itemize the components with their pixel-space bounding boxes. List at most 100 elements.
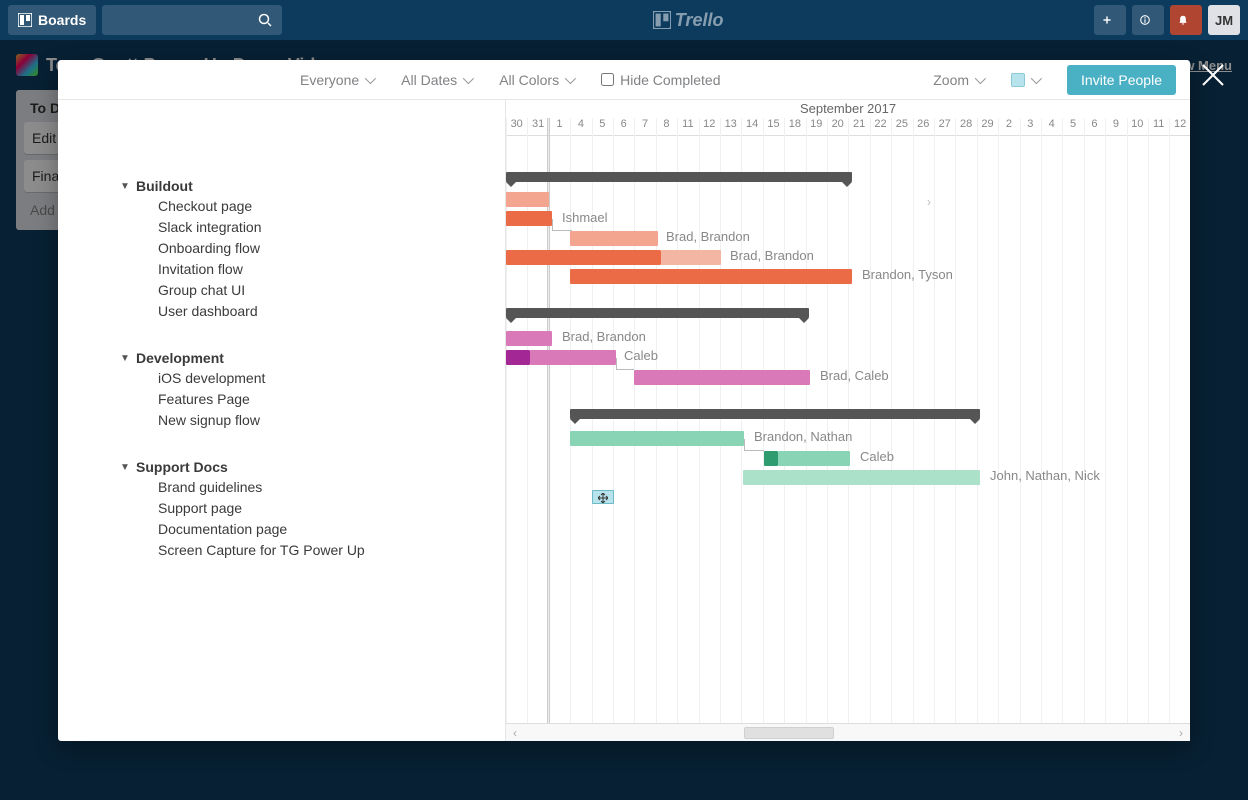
day-cell: 9 [1105,118,1126,130]
task-bar-new[interactable] [592,490,614,504]
task-bar[interactable] [634,370,810,385]
scrollbar-track[interactable] [524,726,1172,740]
gantt-bars: ‹ › Ishmael Brad, Brandon Brad, Brandon [506,136,1190,741]
boards-button[interactable]: Boards [8,5,96,35]
assignee-label: John, Nathan, Nick [990,468,1100,483]
assignee-label: Brad, Brandon [730,248,814,263]
task-bar[interactable] [778,451,850,466]
dependency-line [552,219,572,231]
day-cell: 12 [1169,118,1190,130]
modal-toolbar: Everyone All Dates All Colors Hide Compl… [58,60,1190,100]
task-row[interactable]: Slack integration [58,217,505,238]
task-bar[interactable] [570,231,658,246]
filter-everyone[interactable]: Everyone [300,72,373,88]
day-cell: 7 [634,118,655,130]
scroll-left-icon[interactable]: ‹ [506,726,524,740]
trello-logo-icon [653,11,671,29]
user-avatar[interactable]: JM [1208,5,1240,35]
task-row[interactable]: Support page [58,498,505,519]
group-summary-bar[interactable] [506,172,852,182]
task-bar[interactable] [743,470,980,485]
day-cell: 29 [977,118,998,130]
invite-button[interactable]: Invite People [1067,65,1176,95]
trello-logo[interactable]: Trello [288,10,1088,31]
zoom-control[interactable]: Zoom [933,72,983,88]
close-icon [1200,62,1226,88]
day-cell: 8 [656,118,677,130]
task-bar[interactable] [530,350,616,365]
day-cell: 10 [1127,118,1148,130]
group-support: Support Docs Brand guidelines Support pa… [58,457,505,561]
hide-completed-checkbox[interactable]: Hide Completed [601,72,720,88]
task-bar[interactable] [661,250,721,265]
day-cell: 4 [570,118,591,130]
task-row[interactable]: Brand guidelines [58,477,505,498]
color-chip-icon [1011,73,1025,87]
day-cell: 6 [613,118,634,130]
scroll-right-icon[interactable]: › [1172,726,1190,740]
scroll-right-arrow[interactable]: › [927,195,931,209]
group-summary-bar[interactable] [570,409,980,419]
info-icon [1140,13,1150,27]
search-box[interactable] [102,5,282,35]
task-row[interactable]: Features Page [58,389,505,410]
task-bar[interactable] [764,451,778,466]
day-cell: 5 [592,118,613,130]
task-row[interactable]: Documentation page [58,519,505,540]
day-cell: 11 [677,118,698,130]
task-bar[interactable] [506,350,530,365]
horizontal-scrollbar[interactable]: ‹ › [506,723,1190,741]
task-row[interactable]: iOS development [58,368,505,389]
boards-label: Boards [38,12,86,28]
task-row[interactable]: User dashboard [58,301,505,322]
task-row[interactable]: New signup flow [58,410,505,431]
filter-colors[interactable]: All Colors [499,72,573,88]
info-button[interactable] [1132,5,1164,35]
assignee-label: Brandon, Tyson [862,267,953,282]
assignee-label: Brandon, Nathan [754,429,852,444]
group-summary-bar[interactable] [506,308,809,318]
add-button[interactable] [1094,5,1126,35]
task-bar[interactable] [506,211,552,226]
chevron-down-icon [975,72,986,83]
scrollbar-thumb[interactable] [744,727,834,739]
day-cell: 31 [527,118,548,130]
task-bar[interactable] [506,331,552,346]
task-bar[interactable] [506,250,661,265]
color-chip-dropdown[interactable] [1011,73,1039,87]
task-row[interactable]: Onboarding flow [58,238,505,259]
task-bar[interactable] [570,269,852,284]
task-bar[interactable] [570,431,744,446]
trello-navbar: Boards Trello JM [0,0,1248,40]
task-row[interactable]: Screen Capture for TG Power Up [58,540,505,561]
filter-dates[interactable]: All Dates [401,72,471,88]
day-cell: 13 [720,118,741,130]
month-label: September 2017 [506,100,1190,118]
group-header[interactable]: Buildout [58,176,505,196]
task-sidebar: Buildout Checkout page Slack integration… [58,100,506,741]
group-header[interactable]: Support Docs [58,457,505,477]
plus-icon [1102,13,1112,27]
notifications-button[interactable] [1170,5,1202,35]
chevron-down-icon [365,72,376,83]
day-cell: 5 [1062,118,1083,130]
task-row[interactable]: Invitation flow [58,259,505,280]
move-icon [598,493,608,503]
logo-text: Trello [675,10,724,31]
search-icon [258,13,272,27]
day-cell: 4 [1041,118,1062,130]
day-cell: 1 [549,118,570,130]
modal-body: Buildout Checkout page Slack integration… [58,100,1190,741]
day-cell: 6 [1084,118,1105,130]
task-row[interactable]: Checkout page [58,196,505,217]
group-header[interactable]: Development [58,348,505,368]
day-cell: 19 [806,118,827,130]
day-cell: 12 [699,118,720,130]
task-bar[interactable] [506,192,549,207]
close-button[interactable] [1200,62,1226,88]
day-cell: 26 [913,118,934,130]
day-cell: 18 [784,118,805,130]
board-icon [18,13,32,27]
day-cell: 14 [741,118,762,130]
task-row[interactable]: Group chat UI [58,280,505,301]
